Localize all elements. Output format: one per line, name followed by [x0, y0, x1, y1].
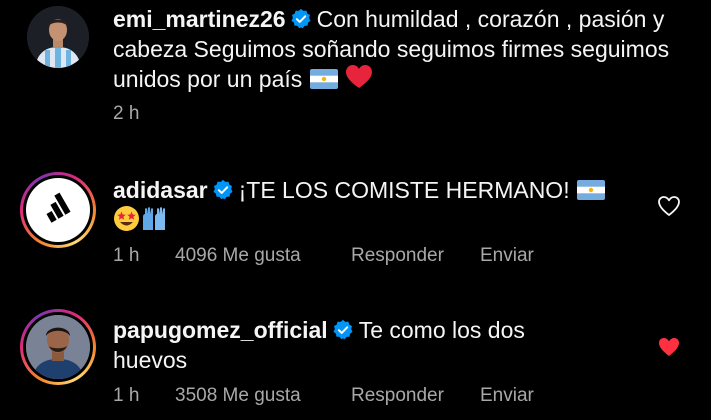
red-heart-icon	[346, 65, 373, 88]
argentina-flag-icon	[576, 180, 605, 200]
profile-photo-icon	[27, 6, 89, 68]
comment-text: papugomez_official Te como los dos huevos	[113, 315, 573, 375]
comment-text: adidasar ¡TE LOS COMISTE HERMANO!	[113, 175, 633, 236]
argentina-flag-icon	[309, 69, 338, 89]
verified-badge-icon	[291, 8, 311, 29]
send-button[interactable]: Enviar	[480, 245, 534, 267]
reply-button[interactable]: Responder	[351, 385, 480, 407]
verified-badge-icon	[333, 319, 353, 340]
gloves-icon	[143, 207, 165, 230]
heart-outline-icon[interactable]	[657, 194, 681, 218]
avatar-emi-martinez[interactable]	[27, 6, 89, 68]
like-count[interactable]: 4096 Me gusta	[175, 245, 351, 267]
story-ring[interactable]	[20, 309, 96, 385]
comment-time: 1 h	[113, 245, 140, 266]
comment-meta: 1 h 3508 Me gusta Responder Enviar	[113, 385, 534, 407]
comment-body: ¡TE LOS COMISTE HERMANO!	[238, 177, 570, 203]
caption-username[interactable]: emi_martinez26	[113, 6, 286, 32]
verified-badge-icon	[213, 179, 233, 200]
caption-text: emi_martinez26 Con humildad , corazón , p…	[113, 4, 673, 94]
caption-meta: 2 h	[113, 103, 139, 125]
caption-time: 2 h	[113, 103, 140, 124]
comment-time: 1 h	[113, 385, 140, 406]
reply-button[interactable]: Responder	[351, 245, 480, 267]
heart-filled-icon[interactable]	[657, 335, 681, 359]
profile-photo-icon	[26, 315, 90, 379]
comment: papugomez_official Te como los dos huevos…	[0, 305, 711, 420]
send-button[interactable]: Enviar	[480, 385, 534, 407]
story-ring[interactable]	[20, 172, 96, 248]
comment-username[interactable]: papugomez_official	[113, 317, 328, 343]
post-caption: emi_martinez26 Con humildad , corazón , p…	[0, 0, 711, 150]
comment: adidasar ¡TE LOS COMISTE HERMANO! 1 h 4096…	[0, 168, 711, 280]
avatar-adidasar	[26, 178, 90, 242]
comment-meta: 1 h 4096 Me gusta Responder Enviar	[113, 245, 534, 267]
avatar-papugomez	[26, 315, 90, 379]
like-count[interactable]: 3508 Me gusta	[175, 385, 351, 407]
star-struck-face-icon	[114, 206, 139, 231]
comment-username[interactable]: adidasar	[113, 177, 208, 203]
adidas-logo-icon	[46, 192, 71, 223]
